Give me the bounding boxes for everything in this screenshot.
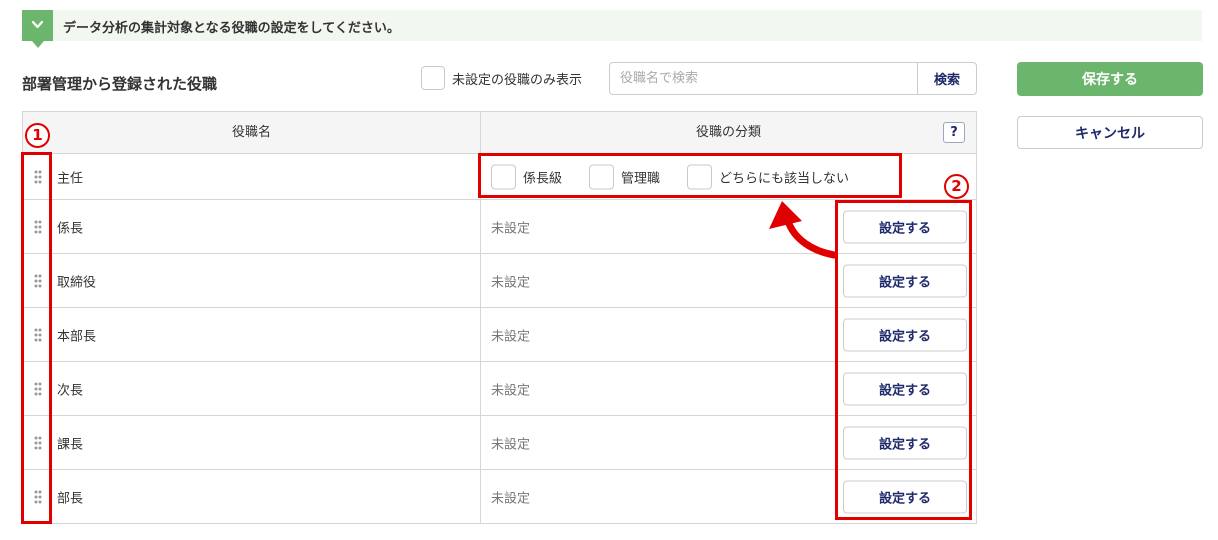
table-row: 取締役 未設定 設定する — [23, 254, 976, 308]
role-name-cell: 部長 — [23, 470, 481, 523]
annotation-box-set-buttons — [835, 200, 972, 520]
chevron-down-icon — [31, 20, 44, 29]
status-text: 未設定 — [491, 221, 531, 236]
section-title: 部署管理から登録された役職 — [22, 75, 218, 93]
role-name: 次長 — [57, 383, 84, 398]
cancel-button[interactable]: キャンセル — [1017, 116, 1203, 149]
table-header: 役職名 役職の分類 ? — [23, 112, 976, 154]
role-name: 主任 — [57, 171, 84, 186]
column-header-role-name: 役職名 — [23, 112, 481, 153]
table-row: 課長 未設定 設定する — [23, 416, 976, 470]
column-header-classification: 役職の分類 — [695, 125, 761, 140]
banner-badge[interactable] — [22, 10, 53, 48]
save-button[interactable]: 保存する — [1017, 62, 1203, 96]
role-name-cell: 主任 — [23, 154, 481, 199]
table-row: 部長 未設定 設定する — [23, 470, 976, 524]
table-row: 次長 未設定 設定する — [23, 362, 976, 416]
table-row: 本部長 未設定 設定する — [23, 308, 976, 362]
annotation-marker-2: 2 — [944, 174, 969, 199]
unset-only-filter[interactable]: 未設定の役職のみ表示 — [421, 66, 582, 90]
status-text: 未設定 — [491, 275, 531, 290]
role-name: 取締役 — [57, 275, 97, 290]
role-search-input[interactable] — [609, 62, 918, 95]
status-text: 未設定 — [491, 329, 531, 344]
info-banner: データ分析の集計対象となる役職の設定をしてください。 — [22, 10, 1202, 48]
role-name-cell: 次長 — [23, 362, 481, 415]
annotation-arrow — [769, 201, 838, 259]
role-name-cell: 取締役 — [23, 254, 481, 307]
status-text: 未設定 — [491, 437, 531, 452]
role-name-cell: 課長 — [23, 416, 481, 469]
role-name: 部長 — [57, 491, 84, 506]
status-text: 未設定 — [491, 491, 531, 506]
role-name: 課長 — [57, 437, 84, 452]
annotation-box-drag-handles — [21, 152, 52, 524]
status-text: 未設定 — [491, 383, 531, 398]
search-button[interactable]: 検索 — [917, 62, 977, 95]
role-name-cell: 本部長 — [23, 308, 481, 361]
role-name: 本部長 — [57, 329, 97, 344]
role-name-cell: 係長 — [23, 200, 481, 253]
annotation-marker-1: 1 — [25, 123, 50, 148]
help-icon[interactable]: ? — [943, 122, 965, 143]
annotation-box-options — [478, 153, 902, 198]
unset-only-checkbox[interactable] — [421, 66, 445, 90]
role-name: 係長 — [57, 221, 84, 236]
banner-text: データ分析の集計対象となる役職の設定をしてください。 — [63, 21, 400, 36]
unset-only-label: 未設定の役職のみ表示 — [452, 72, 583, 88]
